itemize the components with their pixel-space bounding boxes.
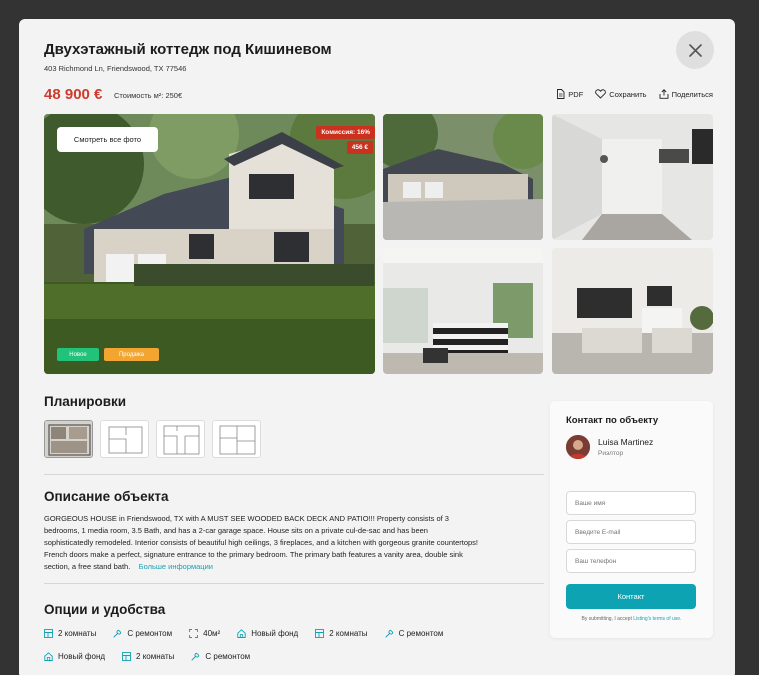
area-icon bbox=[189, 629, 199, 638]
view-all-photos-button[interactable]: Смотреть все фото bbox=[57, 127, 158, 152]
option-item: 2 комнаты bbox=[44, 629, 96, 638]
listing-actions: PDF Сохранить Поделиться bbox=[556, 89, 713, 99]
commission-amount-badge: 456 € bbox=[346, 141, 373, 154]
options-row-2: Новый фонд 2 комнаты С ремонтом bbox=[44, 652, 250, 661]
main-photo[interactable]: Смотреть все фото Комиссия: 16% 456 € Но… bbox=[44, 114, 375, 374]
option-item: Новый фонд bbox=[44, 652, 105, 661]
layout-thumb-2[interactable] bbox=[100, 420, 149, 458]
listing-modal: Двухэтажный коттедж под Кишиневом 403 Ri… bbox=[19, 19, 735, 675]
heart-icon bbox=[595, 89, 607, 99]
option-label: 2 комнаты bbox=[329, 629, 368, 638]
photo-3[interactable] bbox=[552, 114, 713, 240]
house-exterior-image bbox=[44, 114, 375, 374]
house-icon bbox=[44, 652, 53, 661]
photo-4[interactable] bbox=[383, 248, 543, 374]
document-icon bbox=[557, 89, 565, 99]
more-info-link[interactable]: Больше информации bbox=[139, 562, 213, 571]
option-label: Новый фонд bbox=[58, 652, 106, 661]
option-item: С ремонтом bbox=[113, 629, 172, 638]
option-label: 2 комнаты bbox=[136, 652, 175, 661]
floorplan-image bbox=[163, 425, 200, 455]
contact-submit-button[interactable]: Контакт bbox=[566, 584, 696, 609]
phone-field[interactable] bbox=[566, 549, 696, 573]
listing-address: 403 Richmond Ln, Friendswood, TX 77546 bbox=[44, 64, 187, 73]
living-room-image bbox=[552, 248, 713, 374]
option-label: С ремонтом bbox=[205, 652, 251, 661]
hallway-image bbox=[552, 114, 713, 240]
contact-card: Контакт по объекту Luisa Martinez Риэлто… bbox=[550, 401, 713, 638]
terms-note: By submitting, I accept Listing's terms … bbox=[550, 616, 713, 622]
price-per-m2: Стоимость м²: 250€ bbox=[114, 91, 183, 100]
floorplan-image bbox=[108, 426, 143, 454]
wrench-icon bbox=[113, 629, 122, 638]
description-heading: Описание объекта bbox=[44, 489, 169, 504]
floorplan-image bbox=[45, 421, 92, 457]
agent-name: Luisa Martinez bbox=[598, 437, 654, 447]
layout-icon bbox=[44, 629, 53, 638]
house-driveway-image bbox=[383, 114, 543, 240]
commission-badge: Комиссия: 16% bbox=[316, 126, 375, 139]
close-icon bbox=[688, 43, 702, 57]
house-icon bbox=[237, 629, 246, 638]
option-item: 2 комнаты bbox=[315, 629, 368, 638]
layout-thumbnails bbox=[44, 420, 261, 458]
option-label: С ремонтом bbox=[398, 629, 444, 638]
share-label: Поделиться bbox=[671, 89, 713, 99]
save-label: Сохранить bbox=[609, 89, 647, 99]
floorplan-image bbox=[219, 425, 256, 455]
name-field[interactable] bbox=[566, 491, 696, 515]
option-item: 40м² bbox=[189, 629, 220, 638]
agent-photo bbox=[566, 435, 590, 459]
option-item: Новый фонд bbox=[237, 629, 298, 638]
layout-thumb-1[interactable] bbox=[44, 420, 93, 458]
options-heading: Опции и удобства bbox=[44, 602, 166, 617]
contact-heading: Контакт по объекту bbox=[566, 415, 659, 426]
wrench-icon bbox=[191, 652, 200, 661]
layout-icon bbox=[122, 652, 131, 661]
option-label: 40м² bbox=[203, 629, 221, 638]
option-item: С ремонтом bbox=[191, 652, 250, 661]
tag-sale: Продажа bbox=[104, 348, 159, 361]
description-text-block: GORGEOUS HOUSE in Friendswood, TX with A… bbox=[44, 513, 479, 573]
share-button[interactable]: Поделиться bbox=[659, 89, 713, 99]
bedroom-image bbox=[383, 248, 543, 374]
wrench-icon bbox=[385, 629, 393, 638]
pdf-label: PDF bbox=[568, 89, 584, 99]
layout-icon bbox=[315, 629, 325, 638]
layouts-heading: Планировки bbox=[44, 394, 127, 409]
pdf-button[interactable]: PDF bbox=[556, 89, 583, 99]
option-label: Новый фонд bbox=[251, 629, 299, 638]
divider bbox=[44, 583, 544, 584]
option-item: 2 комнаты bbox=[122, 652, 174, 661]
photo-2[interactable] bbox=[383, 114, 543, 240]
save-button[interactable]: Сохранить bbox=[595, 89, 647, 99]
close-button[interactable] bbox=[676, 31, 714, 69]
share-icon bbox=[659, 89, 669, 99]
description-text: GORGEOUS HOUSE in Friendswood, TX with A… bbox=[44, 514, 478, 571]
tag-new: Новое bbox=[57, 348, 99, 361]
avatar bbox=[566, 435, 590, 459]
listing-price: 48 900 € bbox=[44, 86, 103, 103]
option-item: С ремонтом bbox=[385, 629, 444, 638]
layout-thumb-3[interactable] bbox=[156, 420, 205, 458]
agent-role: Риэлтор bbox=[598, 450, 624, 457]
terms-link[interactable]: Listing's terms of use. bbox=[633, 616, 681, 622]
divider bbox=[44, 474, 544, 475]
option-label: 2 комнаты bbox=[58, 629, 97, 638]
layout-thumb-4[interactable] bbox=[212, 420, 261, 458]
options-row-1: 2 комнаты С ремонтом 40м² Новый фонд 2 к… bbox=[44, 629, 443, 638]
email-field[interactable] bbox=[566, 520, 696, 544]
photo-5[interactable] bbox=[552, 248, 713, 374]
option-label: С ремонтом bbox=[127, 629, 173, 638]
terms-prefix: By submitting, I accept bbox=[581, 616, 632, 622]
listing-title: Двухэтажный коттедж под Кишиневом bbox=[44, 41, 332, 58]
